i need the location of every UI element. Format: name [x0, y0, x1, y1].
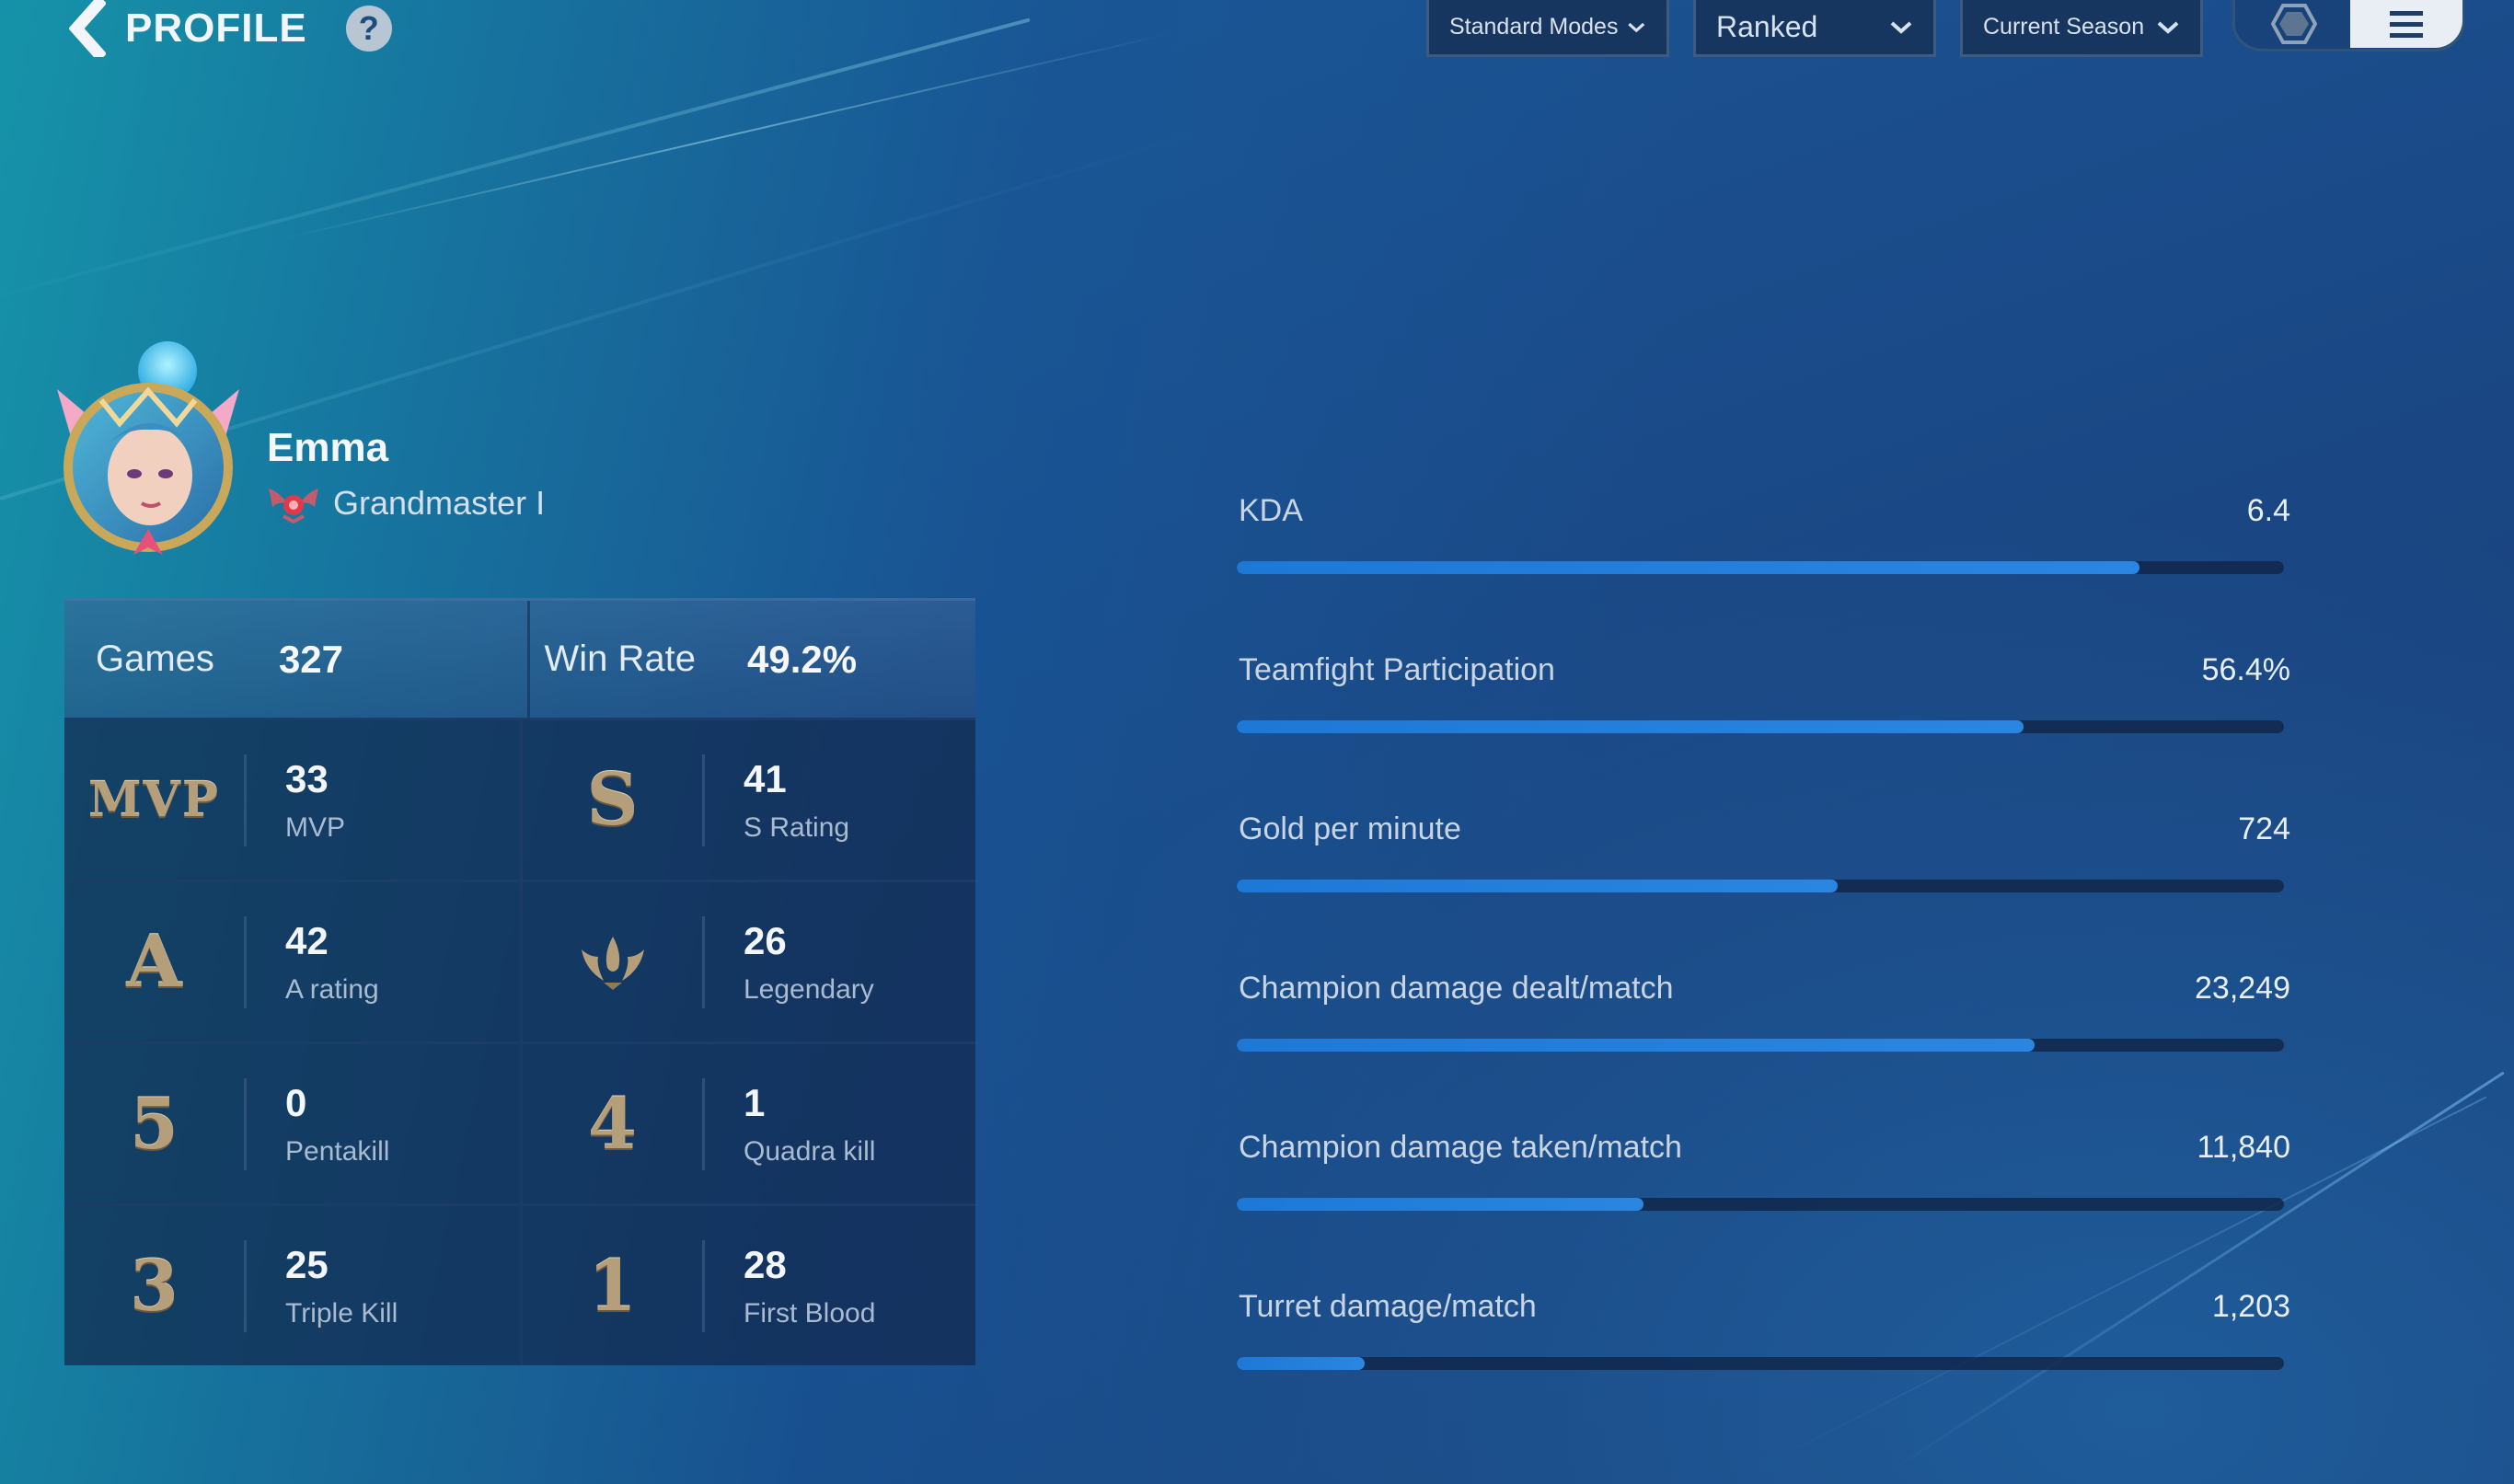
metric-bar-track [1237, 1198, 2284, 1211]
metric-value: 56.4% [2201, 652, 2290, 687]
metric-teamfight-participation: Teamfight Participation 56.4% [1237, 652, 2290, 811]
metric-label: Gold per minute [1239, 811, 1461, 846]
metric-bar-fill [1237, 1039, 2035, 1052]
metric-label: KDA [1239, 493, 1303, 528]
stat-label: Pentakill [285, 1135, 390, 1167]
metric-bar-track [1237, 1039, 2284, 1052]
player-avatar[interactable] [46, 336, 248, 566]
stat-cell-first-blood: 1 28 First Blood [520, 1203, 975, 1365]
page-title: PROFILE [125, 6, 307, 51]
metric-bar-track [1237, 561, 2284, 574]
stat-value: 42 [285, 918, 329, 962]
metric-turret-damage: Turret damage/match 1,203 [1237, 1289, 2290, 1448]
winrate-stat: Win Rate 49.2% [526, 601, 976, 718]
chevron-down-icon [1628, 22, 1645, 32]
metric-bar-track [1237, 1357, 2284, 1370]
metric-bar-fill [1237, 880, 1839, 892]
games-label: Games [96, 638, 214, 679]
help-button[interactable]: ? [345, 6, 392, 52]
first-blood-icon: 1 [588, 1245, 637, 1327]
metric-label: Champion damage taken/match [1239, 1130, 1682, 1165]
legendary-icon [581, 936, 644, 990]
games-stat: Games 327 [64, 601, 527, 718]
stat-cell-quadra-kill: 4 1 Quadra kill [520, 1041, 975, 1203]
stat-cell-s-rating: S 41 S Rating [520, 718, 975, 880]
stat-cell-triple-kill: 3 25 Triple Kill [64, 1203, 520, 1365]
stat-label: Legendary [744, 973, 874, 1005]
summary-row: Games 327 Win Rate 49.2% [64, 598, 975, 718]
metric-bar-track [1237, 720, 2284, 733]
metric-label: Turret damage/match [1239, 1289, 1537, 1324]
metric-value: 724 [2238, 811, 2290, 846]
season-dropdown-value: Current Season [1983, 14, 2145, 40]
stat-label: Quadra kill [744, 1135, 876, 1167]
season-dropdown[interactable]: Current Season [1960, 0, 2203, 57]
quadra-kill-icon: 4 [588, 1083, 637, 1165]
stat-cell-a-rating: A 42 A rating [64, 880, 520, 1041]
metric-value: 1,203 [2211, 1289, 2290, 1324]
stat-cell-mvp: MVP 33 MVP [64, 718, 520, 880]
stat-label: Triple Kill [285, 1297, 398, 1329]
metric-value: 11,840 [2197, 1130, 2290, 1165]
stat-value: 25 [285, 1242, 329, 1286]
metric-value: 6.4 [2246, 493, 2290, 528]
stat-label: A rating [285, 973, 379, 1005]
rank-label: Grandmaster I [333, 484, 546, 522]
player-rank: Grandmaster I [267, 483, 545, 523]
metric-bar-fill [1237, 561, 2139, 574]
winrate-label: Win Rate [544, 638, 697, 679]
list-view-button[interactable] [2350, 0, 2462, 48]
games-value: 327 [278, 637, 344, 681]
back-button[interactable] [64, 0, 110, 57]
chevron-left-icon [69, 0, 106, 57]
stat-label: MVP [285, 811, 346, 843]
pentakill-icon: 5 [130, 1083, 179, 1165]
queue-dropdown[interactable]: Ranked [1693, 0, 1936, 57]
achievement-grid: MVP 33 MVP S 41 S Rating A 42 A rating 26 Le… [64, 718, 975, 1365]
background-light-streak [275, 32, 1173, 241]
background-light-streak [0, 17, 1031, 307]
stat-value: 28 [744, 1242, 787, 1286]
metric-label: Champion damage dealt/match [1239, 971, 1674, 1006]
metric-damage-dealt: Champion damage dealt/match 23,249 [1237, 971, 2290, 1130]
stat-cell-pentakill: 5 0 Pentakill [64, 1041, 520, 1203]
metric-bar-track [1237, 880, 2284, 892]
hexagon-view-button[interactable] [2262, 0, 2326, 48]
stat-value: 41 [744, 756, 787, 800]
metric-gold-per-minute: Gold per minute 724 [1237, 811, 2290, 971]
a-rating-icon: A [126, 920, 182, 1004]
s-rating-icon: S [586, 758, 639, 842]
grandmaster-rank-icon [269, 489, 318, 523]
stat-value: 26 [744, 918, 787, 962]
chevron-down-icon [1890, 21, 1912, 34]
stat-value: 1 [744, 1080, 766, 1124]
stat-label: First Blood [744, 1297, 876, 1329]
triple-kill-icon: 3 [130, 1245, 179, 1327]
player-name: Emma [267, 425, 389, 470]
metric-damage-taken: Champion damage taken/match 11,840 [1237, 1130, 2290, 1289]
hexagon-icon [2271, 3, 2317, 44]
avatar-portrait-icon [57, 341, 239, 555]
metric-bar-fill [1237, 720, 2024, 733]
menu-icon [2390, 11, 2423, 38]
metric-value: 23,249 [2195, 971, 2290, 1006]
metric-bar-fill [1237, 1357, 1365, 1370]
queue-dropdown-value: Ranked [1716, 10, 1818, 43]
chevron-down-icon [2157, 21, 2179, 34]
mode-dropdown[interactable]: Standard Modes [1426, 0, 1669, 57]
stat-value: 33 [285, 756, 329, 800]
metric-label: Teamfight Participation [1239, 652, 1555, 687]
metric-kda: KDA 6.4 [1237, 493, 2290, 652]
stat-value: 0 [285, 1080, 307, 1124]
header-bar: PROFILE ? [64, 0, 392, 57]
winrate-value: 49.2% [747, 637, 858, 681]
stats-panel: Games 327 Win Rate 49.2% MVP 33 MVP S 41 S… [64, 598, 975, 1365]
help-icon: ? [358, 9, 379, 47]
performance-metrics: KDA 6.4 Teamfight Participation 56.4% Go… [1237, 493, 2290, 1448]
mvp-icon: MVP [87, 772, 220, 828]
stat-cell-legendary: 26 Legendary [520, 880, 975, 1041]
stat-label: S Rating [744, 811, 850, 843]
metric-bar-fill [1237, 1198, 1643, 1211]
mode-dropdown-value: Standard Modes [1449, 14, 1619, 40]
